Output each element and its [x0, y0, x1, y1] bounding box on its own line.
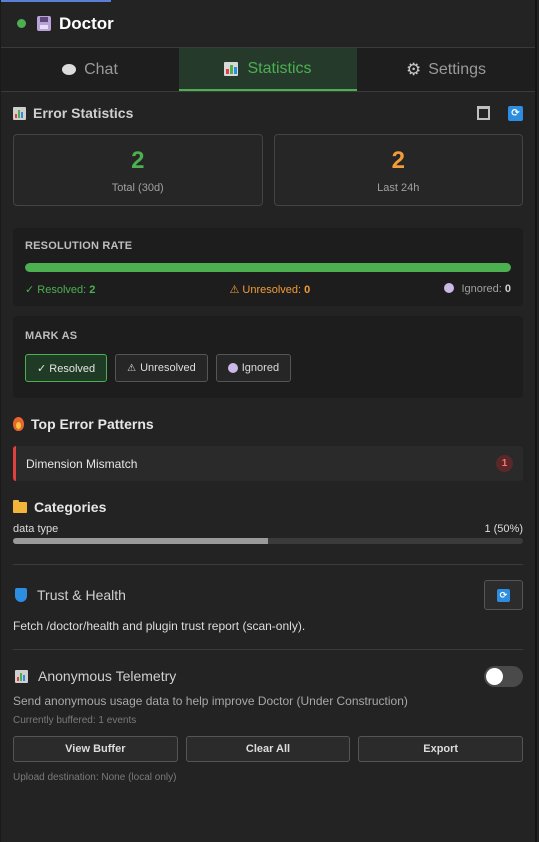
trust-health-title: Trust & Health	[37, 587, 126, 603]
resolved-count: ✓ Resolved: 2	[25, 283, 95, 296]
last24-count: 2	[391, 146, 405, 174]
bar-chart-icon	[13, 106, 26, 120]
pattern-name: Dimension Mismatch	[26, 456, 138, 471]
resolution-rate-caption: RESOLUTION RATE	[25, 240, 133, 252]
resolution-progress-fill	[25, 263, 511, 272]
trust-refresh-button[interactable]: ⟳	[484, 580, 523, 610]
telemetry-title: Anonymous Telemetry	[38, 668, 177, 684]
tab-chat[interactable]: Chat	[1, 48, 179, 91]
floppy-disk-icon	[37, 16, 51, 31]
ignored-label: Ignored:	[461, 283, 502, 295]
tab-chat-label: Chat	[84, 60, 118, 78]
tab-settings-label: Settings	[428, 60, 487, 78]
telemetry-buffered: Currently buffered: 1 events	[13, 715, 137, 726]
view-buffer-button[interactable]: View Buffer	[13, 736, 178, 762]
error-statistics-title: Error Statistics	[33, 105, 134, 121]
gear-icon: ⚙	[405, 59, 422, 79]
shield-icon	[15, 588, 27, 602]
pattern-count-badge: 1	[496, 455, 513, 472]
total-label: Total (30d)	[111, 181, 164, 194]
list-item[interactable]: Dimension Mismatch 1	[13, 446, 523, 481]
unresolved-label: ⚠ Unresolved:	[229, 284, 302, 296]
tab-settings[interactable]: ⚙ Settings	[357, 48, 535, 91]
tab-bar: Chat Statistics ⚙ Settings	[1, 48, 535, 92]
mark-as-buttons: ✓ Resolved ⚠ Unresolved Ignored	[25, 354, 511, 382]
trust-health-description: Fetch /doctor/health and plugin trust re…	[13, 619, 306, 633]
header-actions: ⟳	[477, 105, 523, 121]
total-count: 2	[131, 146, 145, 174]
top-error-patterns-header: Top Error Patterns	[13, 402, 523, 446]
top-accent-line	[1, 0, 111, 2]
category-name: data type	[13, 523, 59, 535]
last24-label: Last 24h	[377, 181, 420, 194]
mark-resolved-button[interactable]: ✓ Resolved	[25, 354, 108, 382]
category-value: 1 (50%)	[484, 523, 523, 535]
ignored-value: 0	[504, 283, 511, 295]
chat-bubble-icon	[62, 64, 77, 75]
last24-card: 2 Last 24h	[273, 134, 523, 206]
mark-resolved-label: ✓ Resolved	[37, 362, 96, 375]
mark-as-caption: MARK AS	[25, 330, 78, 342]
resolved-value: 2	[89, 284, 96, 296]
folder-icon	[13, 499, 27, 513]
trust-health-header: Trust & Health ⟳	[13, 565, 523, 625]
resolved-label: ✓ Resolved:	[25, 284, 87, 296]
refresh-icon[interactable]: ⟳	[508, 105, 523, 121]
categories-title: Categories	[34, 499, 107, 515]
resolution-rate-box: RESOLUTION RATE ✓ Resolved: 2 ⚠ Unresolv…	[13, 228, 523, 306]
telemetry-description: Send anonymous usage data to help improv…	[13, 694, 408, 708]
mark-unresolved-button[interactable]: ⚠ Unresolved	[115, 354, 208, 382]
mark-ignored-button[interactable]: Ignored	[215, 354, 292, 382]
clear-all-button[interactable]: Clear All	[185, 736, 351, 762]
tab-statistics-label: Statistics	[247, 59, 312, 77]
ignored-dot-icon	[227, 363, 238, 373]
statistics-content: Error Statistics ⟳ 2 Total (30d) 2 Last …	[1, 92, 535, 783]
ignored-dot-icon	[444, 283, 455, 293]
resolution-progress-bar	[25, 263, 511, 272]
error-statistics-header: Error Statistics ⟳	[13, 92, 523, 134]
panel-title: Doctor	[59, 13, 114, 33]
bar-chart-icon	[224, 61, 239, 76]
mark-as-box: MARK AS ✓ Resolved ⚠ Unresolved Ignored	[13, 316, 523, 398]
refresh-icon: ⟳	[497, 588, 510, 602]
mark-ignored-label: Ignored	[241, 362, 280, 374]
unresolved-value: 0	[304, 284, 311, 296]
export-button[interactable]: Export	[358, 736, 524, 762]
telemetry-toggle[interactable]	[484, 665, 523, 687]
ignored-count: Ignored: 0	[444, 283, 511, 296]
bar-chart-icon	[15, 669, 28, 683]
panel-header: Doctor	[1, 0, 535, 48]
tab-statistics[interactable]: Statistics	[179, 48, 357, 91]
category-bar-fill	[13, 538, 268, 544]
flame-icon	[13, 417, 24, 431]
total-card: 2 Total (30d)	[13, 134, 263, 206]
category-row: data type 1 (50%)	[13, 523, 523, 535]
top-error-patterns-title: Top Error Patterns	[31, 416, 154, 432]
unresolved-count: ⚠ Unresolved: 0	[229, 283, 310, 296]
warning-icon: ⚠	[127, 362, 137, 374]
telemetry-buttons: View Buffer Clear All Export	[13, 736, 524, 762]
stat-cards: 2 Total (30d) 2 Last 24h	[13, 134, 523, 206]
doctor-panel: Doctor Chat Statistics ⚙ Settings Error …	[0, 0, 537, 842]
category-bar	[13, 538, 523, 544]
upload-destination: Upload destination: None (local only)	[13, 772, 177, 783]
status-dot-icon	[17, 19, 26, 28]
resolution-counts: ✓ Resolved: 2 ⚠ Unresolved: 0 Ignored: 0	[25, 283, 511, 296]
trash-icon[interactable]	[477, 106, 490, 120]
mark-unresolved-label: Unresolved	[140, 362, 196, 374]
